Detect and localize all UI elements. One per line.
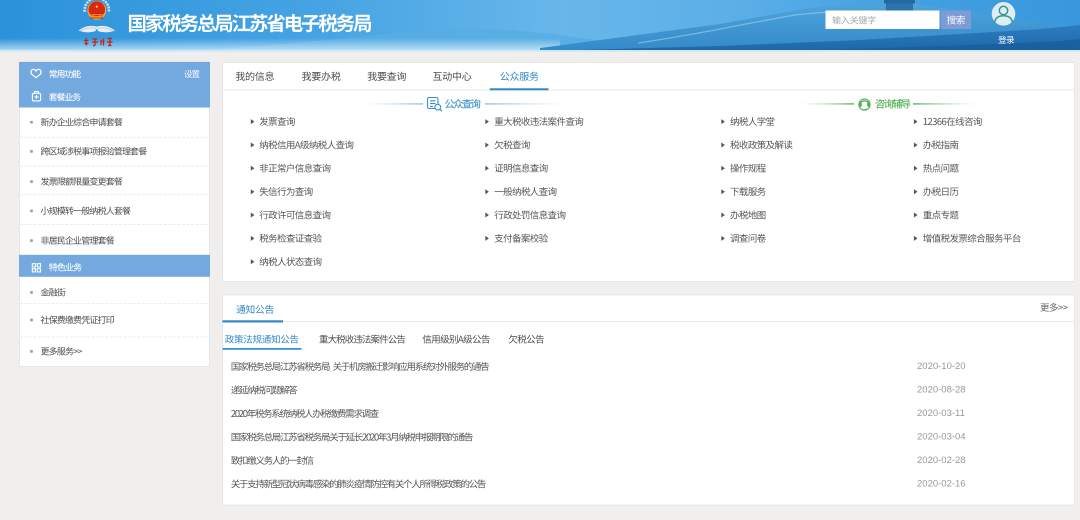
svg-text:2020-02-28: 2020-02-28 bbox=[917, 455, 966, 466]
svg-text:2020-03-04: 2020-03-04 bbox=[917, 432, 966, 443]
svg-text:2020-03-11: 2020-03-11 bbox=[917, 408, 965, 419]
svg-text:2020-02-16: 2020-02-16 bbox=[917, 479, 966, 490]
svg-text:2020-10-20: 2020-10-20 bbox=[917, 361, 966, 372]
svg-text:2020-08-28: 2020-08-28 bbox=[917, 385, 966, 396]
